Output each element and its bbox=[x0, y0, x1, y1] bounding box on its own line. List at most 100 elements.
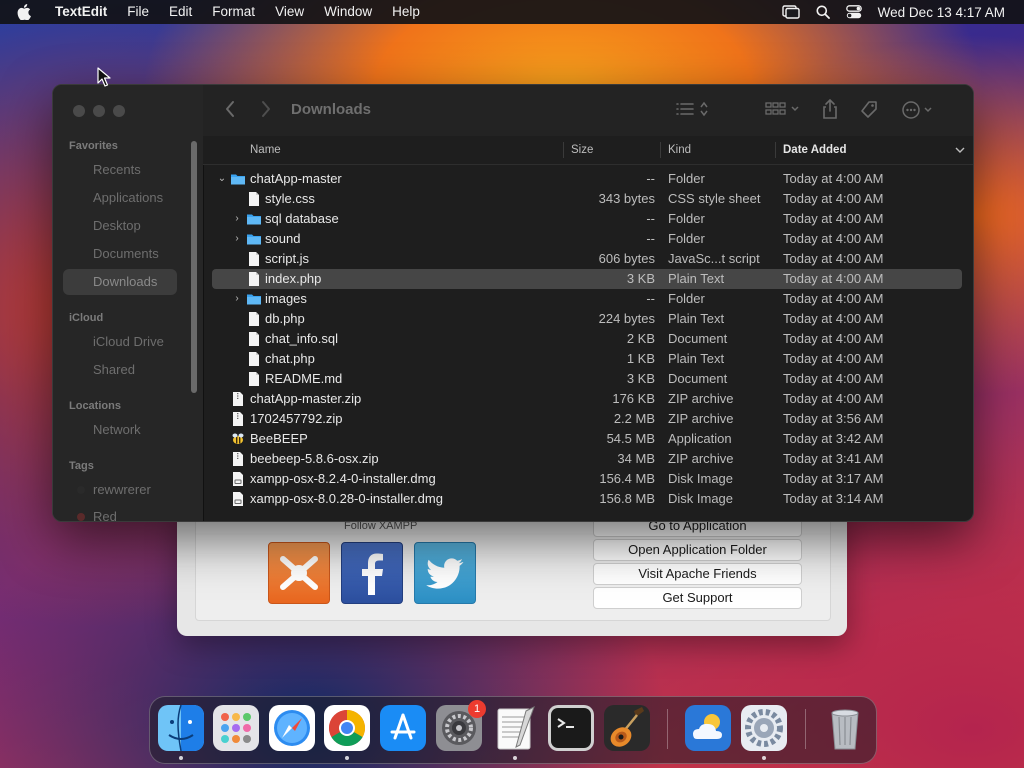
column-kind[interactable]: Kind bbox=[668, 136, 691, 164]
safari-app-icon[interactable] bbox=[269, 705, 315, 751]
menu-window[interactable]: Window bbox=[314, 0, 382, 24]
weather-app-icon[interactable] bbox=[685, 705, 731, 751]
facebook-logo-icon[interactable] bbox=[341, 542, 403, 604]
disclosure-collapsed-icon[interactable]: › bbox=[232, 229, 242, 249]
sidebar-tag-rewwrerer[interactable]: rewwrerer bbox=[63, 477, 177, 503]
file-size: -- bbox=[646, 171, 655, 186]
menu-file[interactable]: File bbox=[117, 0, 159, 24]
folder-icon bbox=[247, 294, 261, 305]
sidebar-item-recents[interactable]: Recents bbox=[63, 157, 177, 183]
minimize-window-button[interactable] bbox=[93, 105, 105, 117]
tag-icon[interactable] bbox=[859, 100, 879, 120]
file-size: 176 KB bbox=[612, 391, 655, 406]
open-application-folder-button[interactable]: Open Application Folder bbox=[593, 539, 802, 561]
sidebar-section-tags: Tags bbox=[69, 460, 94, 472]
file-date-added: Today at 3:14 AM bbox=[783, 491, 884, 506]
table-row[interactable]: › images -- Folder Today at 4:00 AM bbox=[203, 289, 973, 309]
table-row[interactable]: chat.php 1 KB Plain Text Today at 4:00 A… bbox=[203, 349, 973, 369]
disclosure-collapsed-icon[interactable]: › bbox=[232, 209, 242, 229]
sidebar-tag-red[interactable]: Red bbox=[63, 504, 177, 521]
file-date-added: Today at 3:56 AM bbox=[783, 411, 884, 426]
table-row[interactable]: › sound -- Folder Today at 4:00 AM bbox=[203, 229, 973, 249]
table-row[interactable]: BeeBEEP 54.5 MB Application Today at 3:4… bbox=[203, 429, 973, 449]
table-row-selected[interactable]: index.php 3 KB Plain Text Today at 4:00 … bbox=[203, 269, 973, 289]
table-row[interactable]: chatApp-master.zip 176 KB ZIP archive To… bbox=[203, 389, 973, 409]
textedit-app-icon[interactable] bbox=[492, 705, 538, 751]
sidebar-item-desktop[interactable]: Desktop bbox=[63, 213, 177, 239]
sidebar-scrollbar[interactable] bbox=[191, 141, 197, 393]
list-view-icon[interactable] bbox=[675, 100, 711, 118]
sidebar-item-icloud-drive[interactable]: iCloud Drive bbox=[63, 329, 177, 355]
screen-mirroring-icon[interactable] bbox=[781, 5, 800, 19]
menu-edit[interactable]: Edit bbox=[159, 0, 202, 24]
control-center-icon[interactable] bbox=[845, 5, 862, 19]
finder-toolbar: Downloads bbox=[203, 85, 973, 137]
file-size: 3 KB bbox=[626, 271, 655, 286]
folder-icon bbox=[247, 234, 261, 245]
apple-menu-icon[interactable] bbox=[17, 4, 39, 20]
table-row[interactable]: style.css 343 bytes CSS style sheet Toda… bbox=[203, 189, 973, 209]
table-row[interactable]: xampp-osx-8.0.28-0-installer.dmg 156.8 M… bbox=[203, 489, 973, 509]
table-row[interactable]: README.md 3 KB Document Today at 4:00 AM bbox=[203, 369, 973, 389]
tag-color-dot bbox=[77, 486, 85, 494]
file-kind: Disk Image bbox=[668, 471, 734, 486]
finder-sidebar: Favorites Recents Applications Desktop D… bbox=[53, 85, 204, 521]
menu-app-name[interactable]: TextEdit bbox=[51, 0, 117, 24]
column-date-added[interactable]: Date Added bbox=[783, 136, 846, 164]
sidebar-item-downloads[interactable]: Downloads bbox=[63, 269, 177, 295]
settings-gear-app-icon[interactable] bbox=[741, 705, 787, 751]
column-separator[interactable] bbox=[775, 142, 776, 158]
sidebar-item-network[interactable]: Network bbox=[63, 417, 177, 443]
zip-archive-icon bbox=[233, 452, 243, 466]
table-row[interactable]: script.js 606 bytes JavaSc...t script To… bbox=[203, 249, 973, 269]
finder-app-icon[interactable] bbox=[158, 705, 204, 751]
garageband-app-icon[interactable] bbox=[604, 705, 650, 751]
file-kind: CSS style sheet bbox=[668, 191, 761, 206]
table-row[interactable]: ⌄ chatApp-master -- Folder Today at 4:00… bbox=[203, 169, 973, 189]
column-separator[interactable] bbox=[660, 142, 661, 158]
disclosure-expanded-icon[interactable]: ⌄ bbox=[217, 169, 227, 189]
share-icon[interactable] bbox=[821, 98, 839, 120]
column-separator[interactable] bbox=[563, 142, 564, 158]
column-size[interactable]: Size bbox=[571, 136, 593, 164]
disclosure-collapsed-icon[interactable]: › bbox=[232, 289, 242, 309]
file-size: 2 KB bbox=[626, 331, 655, 346]
forward-chevron-icon[interactable] bbox=[261, 100, 271, 118]
terminal-app-icon[interactable] bbox=[548, 705, 594, 751]
file-kind: Plain Text bbox=[668, 271, 725, 286]
table-row[interactable]: xampp-osx-8.2.4-0-installer.dmg 156.4 MB… bbox=[203, 469, 973, 489]
zoom-window-button[interactable] bbox=[113, 105, 125, 117]
file-name: index.php bbox=[265, 271, 322, 286]
file-date-added: Today at 4:00 AM bbox=[783, 271, 884, 286]
table-row[interactable]: chat_info.sql 2 KB Document Today at 4:0… bbox=[203, 329, 973, 349]
menu-view[interactable]: View bbox=[265, 0, 314, 24]
menu-clock[interactable]: Wed Dec 13 4:17 AM bbox=[878, 5, 1005, 20]
sidebar-section-locations: Locations bbox=[69, 400, 121, 412]
back-chevron-icon[interactable] bbox=[225, 100, 235, 118]
table-row[interactable]: db.php 224 bytes Plain Text Today at 4:0… bbox=[203, 309, 973, 329]
table-row[interactable]: 1702457792.zip 2.2 MB ZIP archive Today … bbox=[203, 409, 973, 429]
chrome-app-icon[interactable] bbox=[324, 705, 370, 751]
twitter-logo-icon[interactable] bbox=[414, 542, 476, 604]
file-size: -- bbox=[646, 211, 655, 226]
table-row[interactable]: beebeep-5.8.6-osx.zip 34 MB ZIP archive … bbox=[203, 449, 973, 469]
launchpad-app-icon[interactable] bbox=[213, 705, 259, 751]
trash-icon[interactable] bbox=[822, 705, 868, 751]
column-name[interactable]: Name bbox=[250, 136, 281, 164]
visit-apache-friends-button[interactable]: Visit Apache Friends bbox=[593, 563, 802, 585]
spotlight-search-icon[interactable] bbox=[816, 5, 830, 19]
menu-help[interactable]: Help bbox=[382, 0, 430, 24]
xampp-logo-icon[interactable] bbox=[268, 542, 330, 604]
group-by-icon[interactable] bbox=[765, 100, 803, 118]
sidebar-item-shared[interactable]: Shared bbox=[63, 357, 177, 383]
close-window-button[interactable] bbox=[73, 105, 85, 117]
sidebar-item-documents[interactable]: Documents bbox=[63, 241, 177, 267]
menu-format[interactable]: Format bbox=[202, 0, 265, 24]
bee-app-icon bbox=[232, 433, 244, 444]
file-date-added: Today at 4:00 AM bbox=[783, 371, 884, 386]
sidebar-item-applications[interactable]: Applications bbox=[63, 185, 177, 211]
get-support-button[interactable]: Get Support bbox=[593, 587, 802, 609]
app-store-app-icon[interactable] bbox=[380, 705, 426, 751]
more-actions-icon[interactable] bbox=[901, 100, 937, 120]
table-row[interactable]: › sql database -- Folder Today at 4:00 A… bbox=[203, 209, 973, 229]
